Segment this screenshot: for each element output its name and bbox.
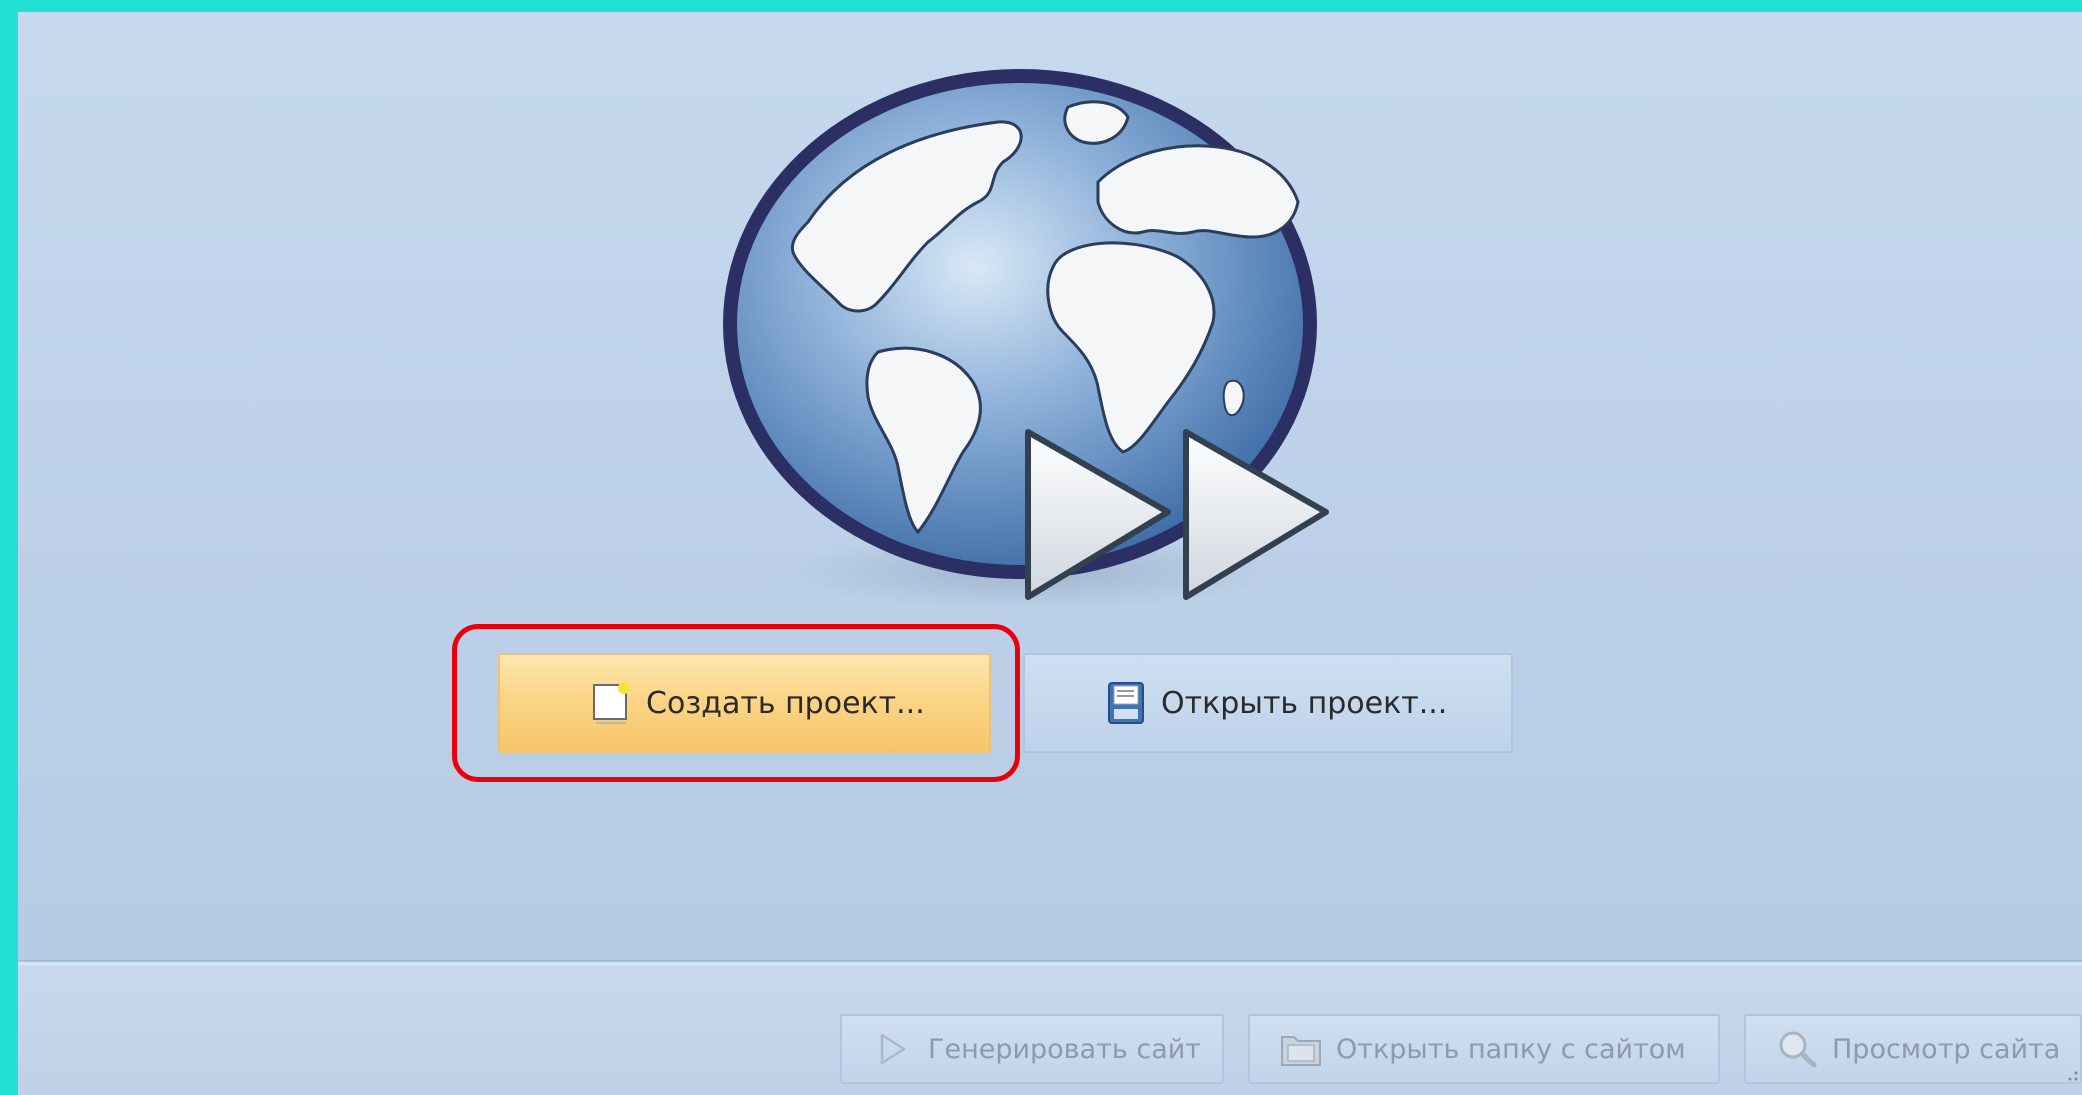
create-project-button[interactable]: Создать проект... xyxy=(498,653,991,753)
open-site-folder-label: Открыть папку с сайтом xyxy=(1336,1033,1686,1065)
open-project-icon xyxy=(1105,679,1149,727)
bottom-toolbar: Генерировать сайт Открыть папку с сайтом xyxy=(18,966,2082,1095)
app-frame: Создать проект... Открыть проект... Гене… xyxy=(0,0,2082,1095)
open-project-button[interactable]: Открыть проект... xyxy=(1023,653,1513,753)
resize-grip-icon[interactable] xyxy=(2066,1069,2080,1089)
globe-forward-icon xyxy=(698,52,1358,632)
open-project-label: Открыть проект... xyxy=(1161,685,1448,721)
play-icon xyxy=(872,1029,914,1069)
folder-icon xyxy=(1280,1029,1322,1069)
preview-site-button[interactable]: Просмотр сайта xyxy=(1744,1014,2082,1084)
open-site-folder-button[interactable]: Открыть папку с сайтом xyxy=(1248,1014,1720,1084)
main-window: Создать проект... Открыть проект... Гене… xyxy=(18,12,2082,1095)
magnifier-icon xyxy=(1776,1029,1818,1069)
create-project-label: Создать проект... xyxy=(646,685,925,721)
generate-site-button[interactable]: Генерировать сайт xyxy=(840,1014,1224,1084)
preview-site-label: Просмотр сайта xyxy=(1832,1033,2061,1065)
new-document-icon xyxy=(590,679,634,727)
generate-site-label: Генерировать сайт xyxy=(928,1033,1202,1065)
